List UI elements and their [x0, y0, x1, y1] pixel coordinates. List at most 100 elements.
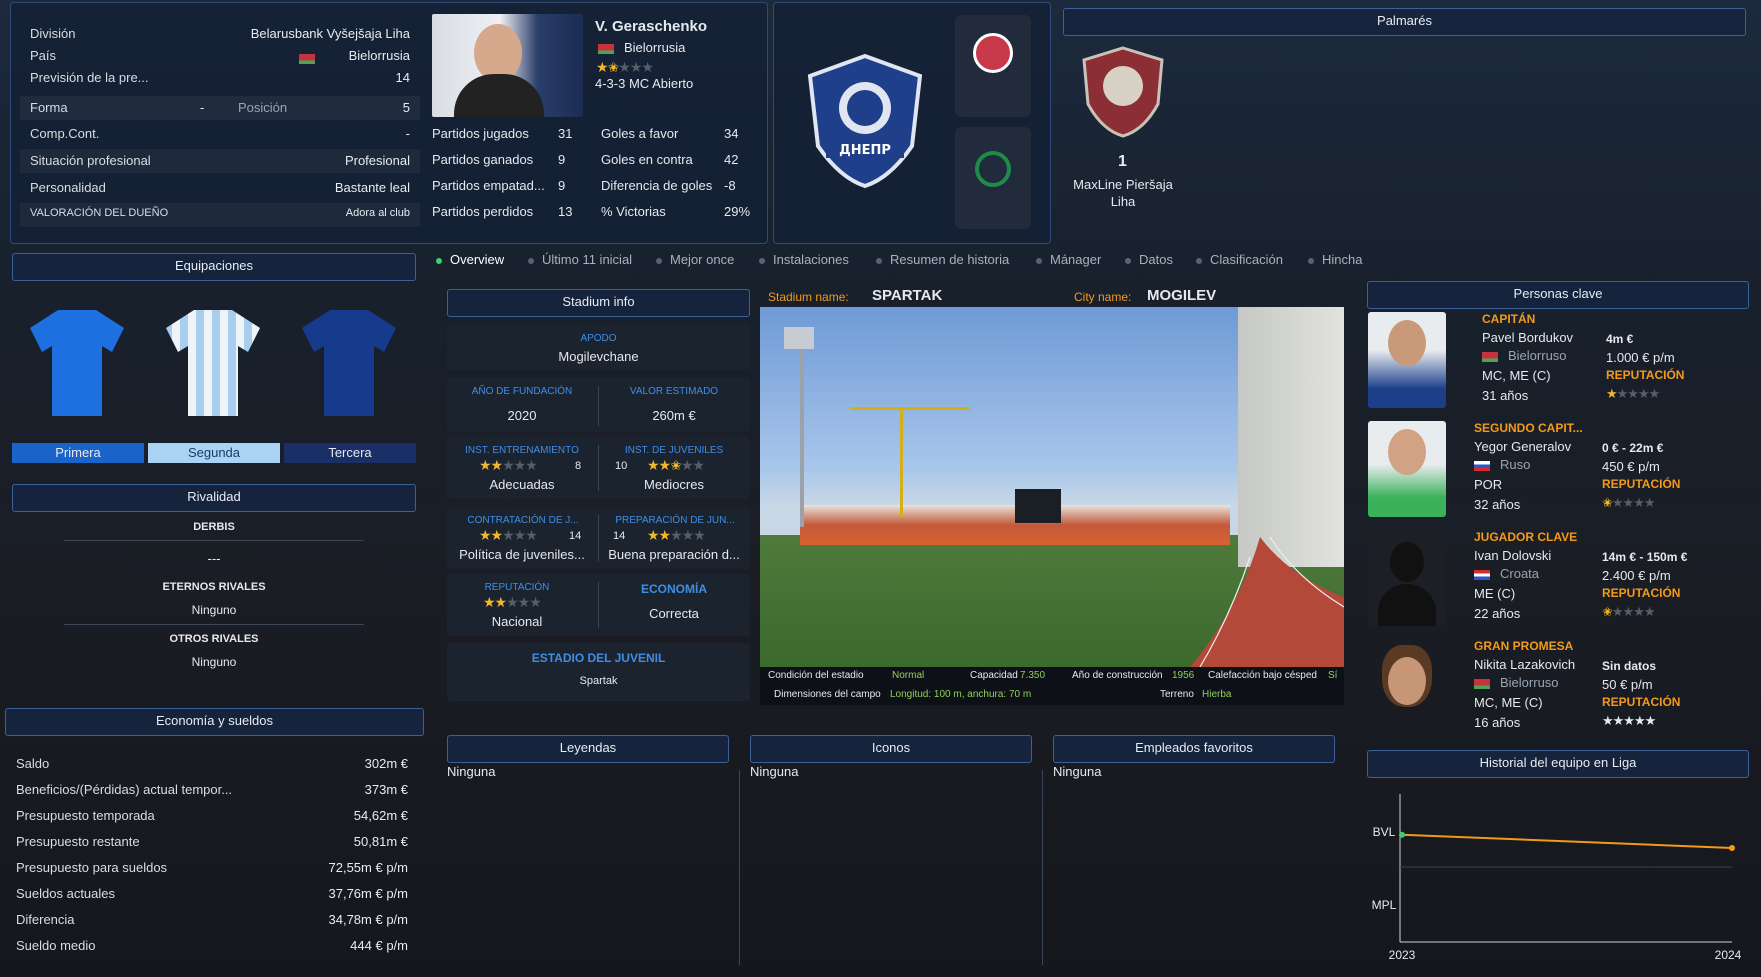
- tab-label: Datos: [1139, 252, 1173, 267]
- youth-stadium-label: ESTADIO DEL JUVENIL: [531, 651, 666, 665]
- tab-clasificacion[interactable]: Clasificación: [1196, 252, 1283, 267]
- heating-value: Sí: [1328, 670, 1338, 681]
- training-value: Adecuadas: [489, 477, 555, 492]
- player-value: 0 € - 22m €: [1602, 441, 1664, 455]
- player-silhouette[interactable]: [1368, 530, 1446, 626]
- prediction-value: 14: [395, 70, 410, 85]
- tab-resumen-historia[interactable]: Resumen de historia: [876, 252, 1009, 267]
- eternos-label: ETERNOS RIVALES: [162, 581, 266, 593]
- tab-mejor-once[interactable]: Mejor once: [656, 252, 734, 267]
- player-photo[interactable]: [1368, 639, 1446, 735]
- player-nationality: Ruso: [1500, 457, 1531, 472]
- player-name[interactable]: Nikita Lazakovich: [1474, 657, 1575, 672]
- third-kit-button[interactable]: Tercera: [284, 443, 416, 463]
- trophy-shield-icon[interactable]: [1078, 44, 1168, 140]
- youth-stars: ★★✬★★: [647, 457, 705, 473]
- stat-value: 13: [558, 204, 573, 219]
- russia-flag-icon: [1474, 461, 1490, 471]
- stat-label: Goles en contra: [601, 152, 693, 167]
- key-person-card[interactable]: CAPITÁN Pavel Bordukov Bielorruso MC, ME…: [1368, 312, 1748, 418]
- stadium-photo[interactable]: [760, 307, 1344, 667]
- stat-value: 42: [724, 152, 739, 167]
- reputation-stars: ★★★★★: [1606, 386, 1660, 401]
- belarus-flag-icon: [1482, 352, 1498, 362]
- form-label: Forma: [30, 100, 68, 115]
- economy-row: Sueldos actuales 37,76m € p/m: [6, 882, 418, 904]
- economy-label: Beneficios/(Pérdidas) actual tempor...: [16, 782, 233, 797]
- tab-ultimo-11[interactable]: Último 11 inicial: [528, 252, 632, 267]
- first-kit-shirt[interactable]: [28, 304, 126, 423]
- manager-name[interactable]: V. Geraschenko: [595, 18, 707, 35]
- reputation-stars: ★★★★★: [1602, 713, 1656, 728]
- stat-label: % Victorias: [601, 204, 666, 219]
- league-logo[interactable]: [955, 127, 1031, 229]
- player-name[interactable]: Pavel Bordukov: [1482, 330, 1573, 345]
- otros-label: OTROS RIVALES: [169, 633, 259, 645]
- youth-stadium-box: ESTADIO DEL JUVENIL Spartak: [447, 643, 750, 701]
- player-photo[interactable]: [1368, 421, 1446, 517]
- player-photo[interactable]: [1368, 312, 1446, 408]
- division-value[interactable]: Belarusbank Vyšejšaja Liha: [251, 26, 410, 41]
- player-name[interactable]: Yegor Generalov: [1474, 439, 1571, 454]
- country-value[interactable]: Bielorrusia: [349, 48, 410, 63]
- stat-label: Goles a favor: [601, 126, 679, 141]
- tab-overview[interactable]: Overview: [436, 252, 504, 267]
- country-row: País Bielorrusia: [20, 44, 420, 68]
- manager-photo[interactable]: [432, 14, 583, 117]
- icons-value: Ninguna: [750, 764, 799, 779]
- divider: [739, 770, 740, 965]
- personality-row: Personalidad Bastante leal: [20, 176, 420, 200]
- turf-value: Hierba: [1202, 689, 1232, 700]
- reputation-label: REPUTACIÓN: [1602, 586, 1681, 600]
- federation-logo[interactable]: [955, 15, 1031, 117]
- stat-value: 9: [558, 152, 566, 167]
- personality-value: Bastante leal: [334, 180, 410, 195]
- tab-label: Overview: [450, 252, 505, 267]
- third-kit-shirt[interactable]: [300, 304, 398, 423]
- dot-icon: [1308, 257, 1314, 264]
- legends-header: Leyendas: [447, 735, 729, 763]
- key-person-card[interactable]: JUGADOR CLAVE Ivan Dolovski Croata ME (C…: [1368, 530, 1748, 636]
- second-kit-shirt[interactable]: [164, 304, 262, 423]
- capacity-value: 7.350: [1020, 670, 1046, 681]
- employees-header: Empleados favoritos: [1053, 735, 1335, 763]
- second-kit-button[interactable]: Segunda: [148, 443, 280, 463]
- tab-label: Resumen de historia: [890, 252, 1010, 267]
- facilities-box: INST. ENTRENAMIENTO ★★★★★ 8 Adecuadas IN…: [447, 437, 750, 499]
- dimensions-label: Dimensiones del campo: [774, 689, 881, 700]
- key-person-card[interactable]: GRAN PROMESA Nikita Lazakovich Bielorrus…: [1368, 639, 1748, 745]
- role-label: GRAN PROMESA: [1474, 639, 1574, 653]
- trophy-name[interactable]: MaxLine Pieršaja Liha: [1066, 176, 1180, 210]
- player-wage: 1.000 € p/m: [1606, 350, 1675, 365]
- economy-value: Correcta: [649, 606, 699, 621]
- tab-instalaciones[interactable]: Instalaciones: [759, 252, 849, 267]
- tab-label: Clasificación: [1210, 252, 1283, 267]
- stat-label: Partidos jugados: [432, 126, 529, 141]
- club-crest-logo[interactable]: ДНЕПР: [800, 50, 930, 190]
- reputation-label: REPUTACIÓN: [484, 582, 550, 593]
- dot-icon: [528, 257, 534, 264]
- division-label: División: [30, 26, 76, 41]
- stat-value: 29%: [724, 204, 751, 219]
- player-position: POR: [1474, 477, 1503, 492]
- tab-label: Hincha: [1322, 252, 1363, 267]
- preparation-value: Buena preparación d...: [608, 547, 740, 562]
- owner-value: Adora al club: [345, 207, 410, 219]
- tab-label: Último 11 inicial: [542, 252, 633, 267]
- tab-manager[interactable]: Mánager: [1036, 252, 1101, 267]
- stat-value: 34: [724, 126, 739, 141]
- preparation-label: PREPARACIÓN DE JUN...: [615, 515, 735, 526]
- first-kit-button[interactable]: Primera: [12, 443, 144, 463]
- tab-datos[interactable]: Datos: [1125, 252, 1173, 267]
- key-person-card[interactable]: SEGUNDO CAPIT... Yegor Generalov Ruso PO…: [1368, 421, 1748, 527]
- heating-label: Calefacción bajo césped: [1208, 670, 1317, 681]
- history-point[interactable]: [1729, 845, 1735, 852]
- player-name[interactable]: Ivan Dolovski: [1474, 548, 1551, 563]
- player-age: 22 años: [1474, 606, 1521, 621]
- economy-value: 72,55m € p/m: [328, 860, 409, 875]
- tab-hincha[interactable]: Hincha: [1308, 252, 1362, 267]
- player-age: 32 años: [1474, 497, 1521, 512]
- history-point[interactable]: [1399, 831, 1405, 838]
- youth-stadium-value: Spartak: [579, 675, 618, 687]
- otros-value: Ninguno: [191, 655, 237, 669]
